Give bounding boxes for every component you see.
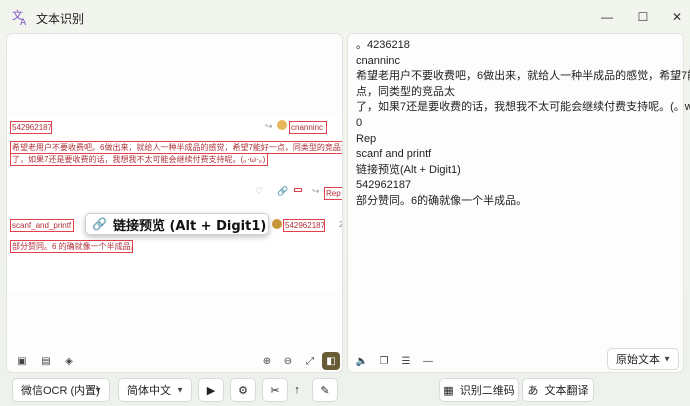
pipette-icon: ✎ — [320, 384, 330, 397]
avatar — [277, 120, 287, 130]
qr-code-label: 识别二维码 — [459, 385, 515, 397]
settings-image-icon[interactable]: ◈ — [60, 352, 78, 370]
ocr-engine-dropdown[interactable]: 微信OCR (内置) ▼ — [12, 378, 110, 402]
image-preview-panel: 542962187 ↪ cnanninc 希望老用户不要收费吧。6做出来，就给人… — [6, 33, 343, 373]
maximize-button[interactable]: ☐ — [630, 6, 656, 28]
ocr-box-scanf[interactable]: scanf_and_printf — [10, 219, 74, 232]
link-preview-tooltip: 🔗 链接预览 (Alt + Digit1) — [85, 213, 269, 235]
result-line: 了，如果7还是要收费的话，我想我不太可能会继续付费支持呢。(。w'。) — [356, 101, 690, 114]
gear-icon: ⚙ — [238, 384, 248, 397]
text-mode-value: 原始文本 — [616, 354, 660, 366]
ocr-box-id2[interactable]: 542962187 — [283, 219, 325, 232]
avatar — [272, 219, 282, 229]
cut-button[interactable]: ✂ — [262, 378, 288, 402]
result-line: Rep — [356, 132, 377, 145]
capture-button[interactable]: ▶ — [198, 378, 224, 402]
format-icon[interactable]: ☰ — [397, 352, 415, 370]
source-image: 542962187 ↪ cnanninc 希望老用户不要收费吧。6做出来，就给人… — [7, 116, 342, 292]
result-line: 542962187 — [356, 179, 412, 192]
translate-label: 文本翻译 — [544, 385, 589, 397]
scissors-icon: ✂ — [270, 384, 280, 397]
chevron-down-icon: ▼ — [94, 385, 102, 395]
copy-image-icon[interactable]: ▣ — [13, 352, 31, 370]
title-bar: 文 A 文本识别 — ☐ ✕ — [0, 0, 690, 33]
translate-icon: 文 A — [12, 8, 30, 28]
ocr-box-id[interactable]: 542962187 — [10, 121, 52, 134]
zoom-in-icon[interactable]: ⊕ — [258, 352, 276, 370]
pipette-button[interactable]: ✎ — [312, 378, 338, 402]
zoom-out-icon[interactable]: ⊖ — [279, 352, 297, 370]
qr-code-button[interactable]: ▦ 识别二维码 — [439, 378, 519, 402]
window-title: 文本识别 — [36, 12, 85, 26]
count-text: 2 — [339, 220, 342, 229]
copy-text-icon[interactable]: ❐ — [375, 352, 393, 370]
link-icon: 🔗 — [277, 186, 289, 196]
reply-icon: ↪ — [312, 186, 320, 196]
result-line: scanf and printf — [356, 148, 432, 161]
toggle-overlay-icon[interactable]: ◧ — [322, 352, 340, 370]
ocr-box-small[interactable] — [294, 188, 302, 192]
result-line: 部分赞同。6的确就像一个半成品。 — [356, 194, 528, 207]
line-break-icon[interactable]: — — [419, 352, 437, 370]
translate-button[interactable]: あ 文本翻译 — [522, 378, 594, 402]
minimize-button[interactable]: — — [594, 6, 620, 28]
heart-icon: ♡ — [255, 186, 264, 196]
ocr-box-para2[interactable]: 了，如果7还是要收费的话，我想我不太可能会继续付费支持呢。(。·ω·。) — [10, 153, 268, 166]
result-line: 。4236218 — [356, 39, 410, 51]
ocr-box-rep[interactable]: Rep — [324, 187, 342, 200]
arrow-up-icon: ↑ — [294, 384, 300, 396]
result-line: 点，同类型的竞品太 — [356, 85, 455, 98]
ocr-box-name[interactable]: cnanninc — [289, 121, 327, 134]
fit-icon[interactable]: ⤢ — [301, 352, 319, 370]
link-icon: 🔗 — [92, 217, 107, 231]
qr-code-icon: ▦ — [443, 384, 454, 397]
tooltip-text: 链接预览 (Alt + Digit1) — [112, 218, 267, 234]
ocr-result-panel: 。4236218 cnanninc 希望老用户不要收费吧，6做出来，就给人一种半… — [347, 33, 690, 373]
ocr-engine-value: 微信OCR (内置) — [21, 385, 100, 397]
chevron-down-icon: ▼ — [663, 354, 671, 364]
close-button[interactable]: ✕ — [664, 6, 690, 28]
language-dropdown[interactable]: 简体中文 ▼ — [118, 378, 192, 402]
settings-button[interactable]: ⚙ — [230, 378, 256, 402]
speak-icon[interactable]: 🔈 — [353, 352, 371, 370]
result-line: 0 — [356, 116, 363, 129]
capture-icon: ▶ — [206, 384, 216, 397]
save-image-icon[interactable]: ▤ — [37, 352, 55, 370]
ocr-result-text[interactable]: 。4236218 cnanninc 希望老用户不要收费吧，6做出来，就给人一种半… — [356, 38, 690, 210]
text-mode-dropdown[interactable]: 原始文本 ▼ — [607, 348, 679, 370]
translate-icon: あ — [527, 385, 539, 397]
chevron-down-icon: ▼ — [176, 385, 184, 395]
result-line: cnanninc — [356, 54, 401, 67]
result-line: 链接预览(Alt + Digit1) — [356, 163, 461, 176]
ocr-box-tail[interactable]: 部分赞同。6 的确就像一个半成品。 — [10, 240, 133, 253]
language-value: 简体中文 — [127, 385, 171, 397]
result-line: 希望老用户不要收费吧，6做出来，就给人一种半成品的感觉，希望7能好一 — [356, 70, 690, 83]
reply-icon: ↪ — [265, 121, 273, 131]
svg-text:A: A — [20, 18, 27, 26]
pin-button[interactable]: ↑ — [290, 378, 304, 402]
